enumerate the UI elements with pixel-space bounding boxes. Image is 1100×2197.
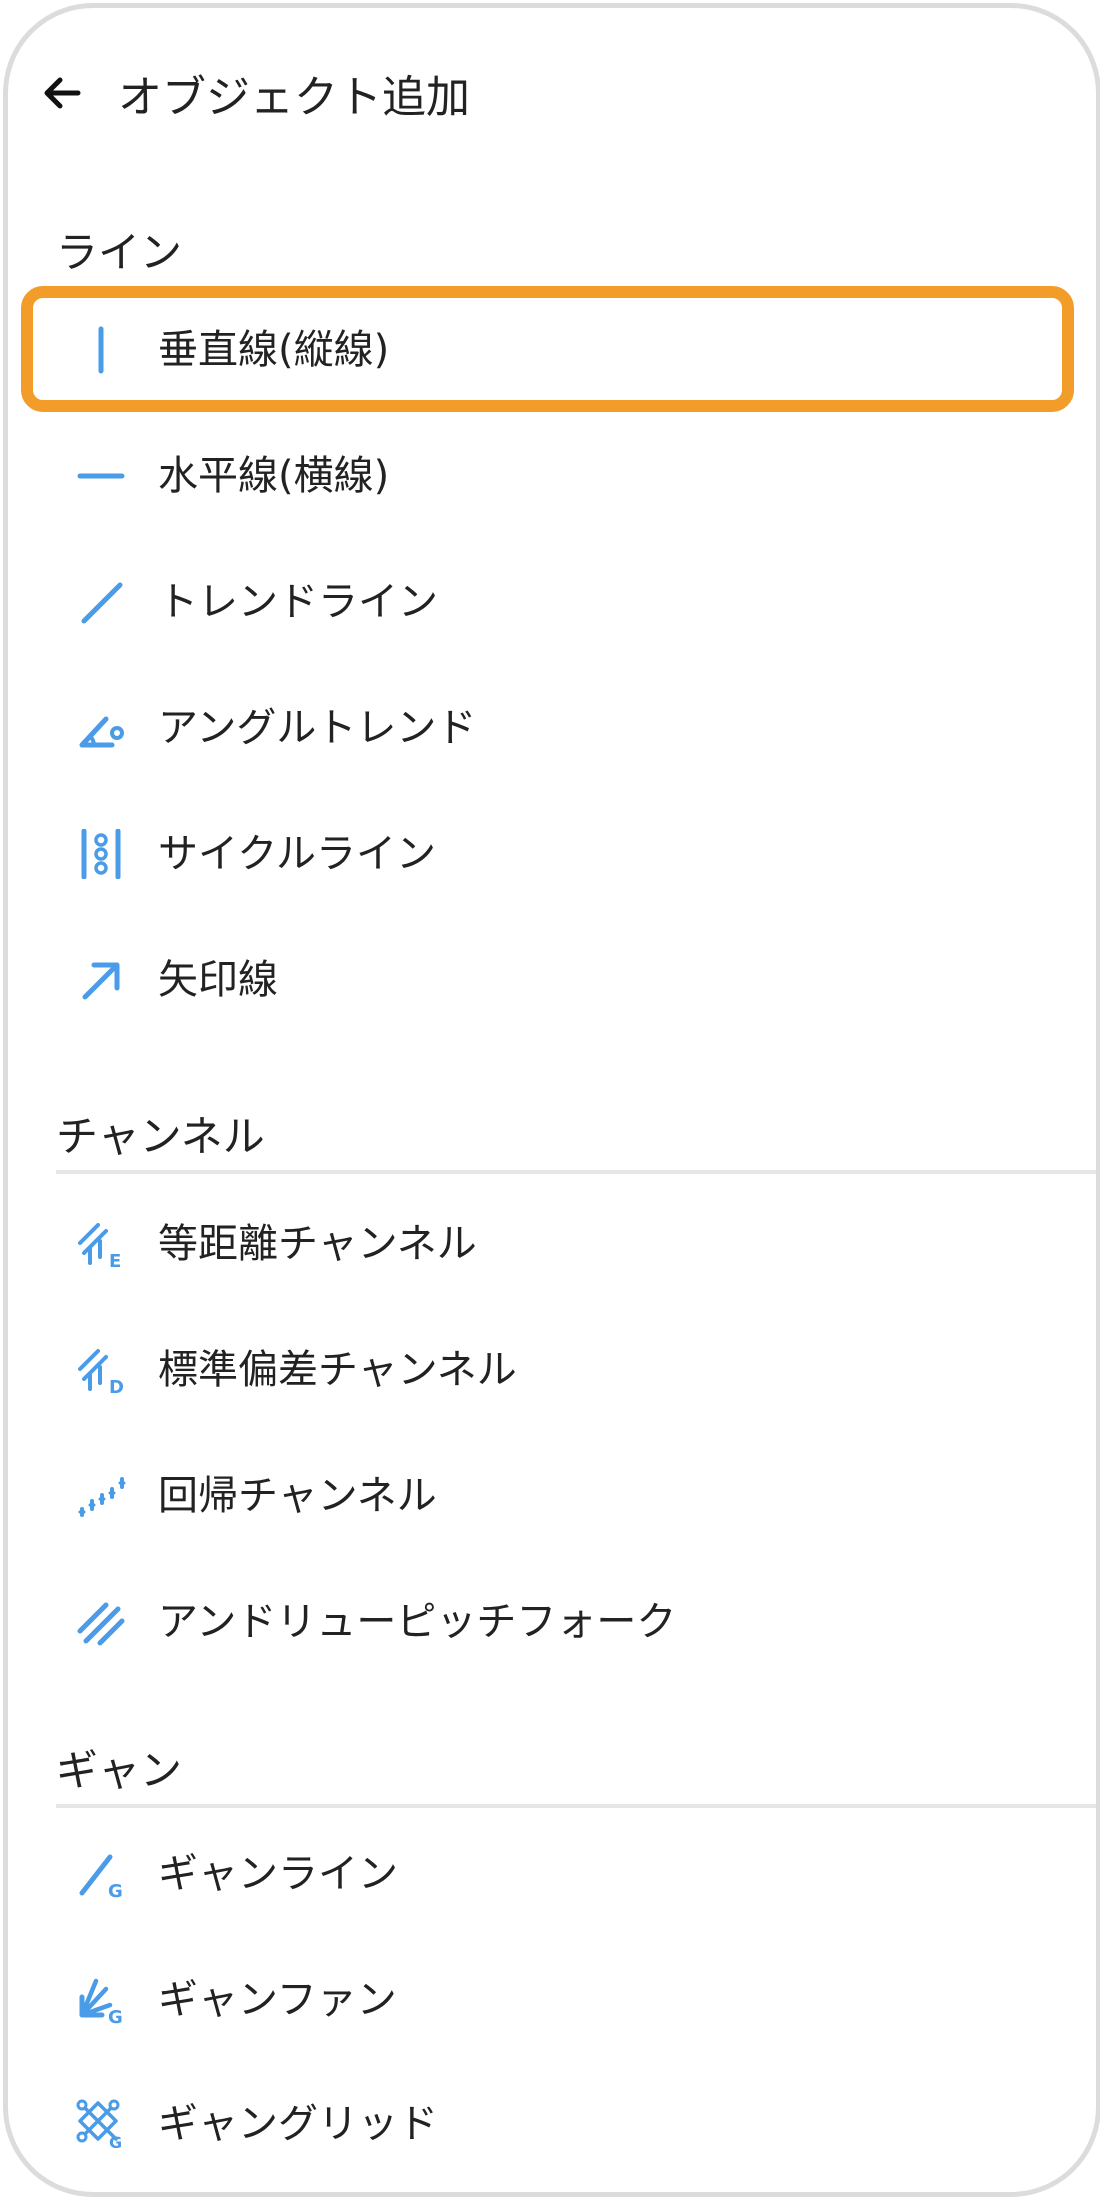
section-title-channel: チャンネル — [56, 1112, 265, 1161]
list-item-label: アングルトレンド — [158, 705, 477, 751]
list-item-label: トレンドライン — [158, 579, 438, 625]
list-item-label: 水平線(横線) — [158, 453, 390, 499]
page-title: オブジェクト追加 — [118, 72, 470, 123]
list-item-label: ギャンライン — [158, 1851, 398, 1897]
regression-channel-icon — [76, 1471, 126, 1521]
list-item-andrews-pitchfork[interactable]: アンドリューピッチフォーク — [8, 1572, 1096, 1672]
svg-text:G: G — [108, 2007, 123, 2025]
list-item-gann-line[interactable]: G ギャンライン — [8, 1824, 1096, 1924]
list-item-std-deviation-channel[interactable]: D 標準偏差チャンネル — [8, 1320, 1096, 1420]
arrow-line-icon — [76, 955, 126, 1005]
svg-text:D: D — [109, 1377, 124, 1395]
list-item-label: ギャングリッド — [158, 2101, 438, 2147]
list-item-regression-channel[interactable]: 回帰チャンネル — [8, 1446, 1096, 1546]
section-divider — [56, 1170, 1096, 1174]
list-item-label: 矢印線 — [158, 957, 278, 1003]
list-item-label: 等距離チャンネル — [158, 1221, 477, 1267]
andrews-pitchfork-icon — [76, 1597, 126, 1647]
screen-frame: オブジェクト追加 ライン 垂直線(縦線) 水平線(横線) トレンドライン アング… — [3, 3, 1100, 2197]
header: オブジェクト追加 — [8, 8, 1096, 188]
list-item-label: 標準偏差チャンネル — [158, 1347, 517, 1393]
cycle-line-icon — [76, 829, 126, 879]
section-title-line: ライン — [56, 228, 183, 277]
angle-trend-icon — [76, 703, 126, 753]
list-item-trend-line[interactable]: トレンドライン — [8, 552, 1096, 652]
horizontal-line-icon — [76, 451, 126, 501]
list-item-cycle-line[interactable]: サイクルライン — [8, 804, 1096, 904]
section-divider — [56, 1804, 1096, 1808]
list-item-gann-fan[interactable]: G ギャンファン — [8, 1950, 1096, 2050]
selection-highlight — [21, 286, 1074, 412]
gann-fan-icon: G — [76, 1975, 126, 2025]
svg-text:E: E — [109, 1251, 121, 1269]
gann-grid-icon: G — [76, 2099, 126, 2149]
gann-line-icon: G — [76, 1849, 126, 1899]
std-deviation-channel-icon: D — [76, 1345, 126, 1395]
list-item-label: 回帰チャンネル — [158, 1473, 437, 1519]
equidistant-channel-icon: E — [76, 1219, 126, 1269]
trend-line-icon — [76, 577, 126, 627]
list-item-gann-grid[interactable]: G ギャングリッド — [8, 2074, 1096, 2174]
svg-text:G: G — [108, 1881, 123, 1899]
list-item-equidistant-channel[interactable]: E 等距離チャンネル — [8, 1194, 1096, 1294]
list-item-label: サイクルライン — [158, 831, 436, 877]
list-item-arrow-line[interactable]: 矢印線 — [8, 930, 1096, 1030]
list-item-angle-trend[interactable]: アングルトレンド — [8, 678, 1096, 778]
section-title-gann: ギャン — [56, 1746, 183, 1795]
arrow-left-icon[interactable] — [38, 68, 88, 118]
list-item-horizontal-line[interactable]: 水平線(横線) — [8, 426, 1096, 526]
svg-text:G: G — [109, 2133, 122, 2149]
list-item-label: アンドリューピッチフォーク — [158, 1599, 677, 1645]
list-item-label: ギャンファン — [158, 1977, 397, 2023]
